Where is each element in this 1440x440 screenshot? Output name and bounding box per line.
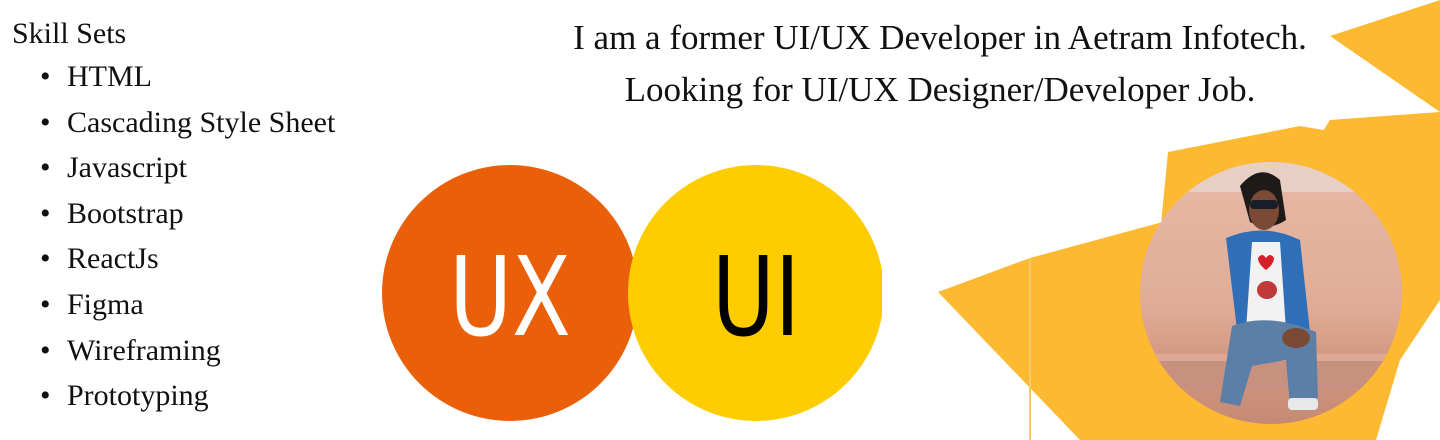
bullet-icon: •: [40, 333, 51, 367]
bullet-icon: •: [40, 287, 51, 321]
photo-hands: [1282, 328, 1310, 348]
bullet-icon: •: [40, 379, 51, 413]
skill-label: ReactJs: [67, 242, 159, 276]
skill-item-javascript: • Javascript: [12, 145, 392, 191]
photo-shoe: [1288, 398, 1318, 410]
skill-label: Wireframing: [67, 333, 221, 367]
photo-shirt-print: [1257, 281, 1277, 299]
intro-line-1: I am a former UI/UX Developer in Aetram …: [573, 18, 1307, 57]
bullet-icon: •: [40, 105, 51, 139]
photo-sunglasses: [1250, 200, 1278, 209]
skill-item-prototyping: • Prototyping: [12, 373, 392, 419]
bullet-icon: •: [40, 151, 51, 185]
photo-face: [1249, 190, 1279, 230]
skill-label: Bootstrap: [67, 196, 184, 230]
intro-heading: I am a former UI/UX Developer in Aetram …: [480, 12, 1400, 116]
ux-label: UX: [449, 234, 571, 362]
skill-item-css: • Cascading Style Sheet: [12, 100, 392, 146]
skill-item-wireframing: • Wireframing: [12, 328, 392, 374]
skill-label: Cascading Style Sheet: [67, 105, 336, 139]
profile-photo: [1140, 162, 1402, 424]
skill-item-figma: • Figma: [12, 282, 392, 328]
bullet-icon: •: [40, 196, 51, 230]
profile-photo-illustration: [1140, 162, 1402, 410]
skill-item-html: • HTML: [12, 54, 392, 100]
ui-label: UI: [712, 234, 800, 362]
bullet-icon: •: [40, 242, 51, 276]
skill-item-bootstrap: • Bootstrap: [12, 191, 392, 237]
skill-item-reactjs: • ReactJs: [12, 236, 392, 282]
skill-label: HTML: [67, 60, 152, 93]
skill-sets-section: Skill Sets • HTML • Cascading Style Sheet …: [12, 14, 392, 419]
skill-sets-title: Skill Sets: [12, 17, 127, 50]
skill-label: Prototyping: [67, 379, 209, 413]
ux-ui-venn-logo: UX UI: [382, 165, 882, 421]
skill-list: • HTML • Cascading Style Sheet • Javascript…: [12, 54, 392, 419]
bullet-icon: •: [40, 60, 51, 93]
skill-label: Figma: [67, 287, 144, 321]
intro-line-2: Looking for UI/UX Designer/Developer Job…: [624, 70, 1256, 109]
skill-label: Javascript: [67, 151, 187, 185]
